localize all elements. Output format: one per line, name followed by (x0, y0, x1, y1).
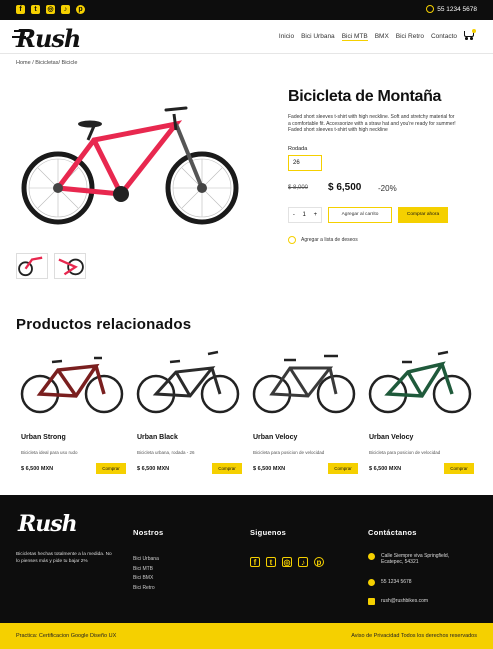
buy-button[interactable]: Comprar (212, 463, 242, 474)
related-desc: Bicicleta urbana, rodada - 26 (137, 450, 195, 455)
instagram-icon[interactable]: ◎ (282, 557, 292, 567)
related-name[interactable]: Urban Strong (21, 434, 66, 441)
footer-link-bmx[interactable]: Bici BMX (133, 574, 159, 584)
qty-value[interactable]: 1 (303, 212, 306, 218)
related-title: Productos relacionados (16, 316, 192, 333)
email-text: rush@rushbikes.com (381, 598, 429, 604)
related-desc: Bicicleta ideal para uso rudo (21, 450, 78, 455)
footer-link-retro[interactable]: Bici Retro (133, 584, 159, 594)
product-image (21, 106, 239, 225)
twitter-icon[interactable]: t (266, 557, 276, 567)
related-card[interactable]: Urban Velocy Bicicleta para posicion de … (366, 346, 474, 481)
phone-number: 55 1234 5678 (437, 5, 477, 13)
wishlist-link[interactable]: Agregar a lista de deseos (288, 236, 358, 244)
facebook-icon[interactable]: f (250, 557, 260, 567)
facebook-icon[interactable]: f (16, 5, 25, 14)
breadcrumb[interactable]: Home / Bicicletas/ Bicicle (16, 60, 77, 66)
related-desc: Bicicleta para posicion de velocidad (369, 450, 441, 455)
bottom-left-text: Practica: Certificacion Google Diseño UX (16, 633, 117, 639)
nav-item-inicio[interactable]: Inicio (279, 33, 294, 41)
related-image (20, 356, 124, 414)
bottom-right-links[interactable]: Aviso de Privacidad Todos los derechos r… (351, 633, 477, 639)
logo[interactable]: Rush (11, 24, 81, 53)
qty-minus-button[interactable]: - (293, 212, 295, 218)
related-name[interactable]: Urban Velocy (369, 434, 413, 441)
cart-badge (472, 29, 476, 33)
related-image (252, 354, 356, 414)
cart-icon[interactable] (463, 29, 476, 41)
buy-button[interactable]: Comprar (444, 463, 474, 474)
nav-item-bici-retro[interactable]: Bici Retro (396, 33, 424, 41)
pinterest-icon[interactable]: p (314, 557, 324, 567)
top-bar: f t ◎ ♪ p 55 1234 5678 (0, 0, 493, 20)
footer-logo[interactable]: Rush (18, 511, 78, 537)
buy-button[interactable]: Comprar (96, 463, 126, 474)
price-new: $ 6,500 (328, 182, 362, 193)
whatsapp-icon (426, 5, 435, 13)
twitter-icon[interactable]: t (31, 5, 40, 14)
heart-icon (288, 236, 296, 244)
price-old: $ 8,000 (288, 185, 309, 191)
nav-item-bici-mtb[interactable]: Bici MTB (341, 33, 368, 41)
related-name[interactable]: Urban Black (137, 434, 178, 441)
related-image (368, 350, 472, 414)
nav-item-bmx[interactable]: BMX (375, 33, 389, 41)
pinterest-icon[interactable]: p (76, 5, 85, 14)
product-description: Faded short sleeves t-shirt with high ne… (288, 114, 456, 133)
mail-icon (368, 598, 375, 605)
instagram-icon[interactable]: ◎ (46, 5, 55, 14)
wishlist-label: Agregar a lista de deseos (301, 237, 358, 243)
footer-email[interactable]: rush@rushbikes.com (368, 598, 428, 605)
tiktok-icon[interactable]: ♪ (61, 5, 70, 14)
related-desc: Bicicleta para posicion de velocidad (253, 450, 325, 455)
footer-address: Calle Siempre viva Springfield, Ecatepec… (368, 553, 458, 565)
related-card[interactable]: Urban Strong Bicicleta ideal para uso ru… (18, 346, 126, 481)
product-title: Bicicleta de Montaña (288, 88, 442, 105)
footer: Rush Bicicletas hechas totalmente a la m… (0, 495, 493, 623)
discount-badge: -20% (378, 184, 397, 193)
footer-contact-title: Contáctanos (368, 528, 417, 537)
add-to-cart-button[interactable]: Agregar al carrito (328, 207, 392, 223)
related-price: $ 6,500 MXN (253, 466, 286, 472)
related-price: $ 6,500 MXN (21, 466, 54, 472)
footer-links: Bici Urbana Bici MTB Bici BMX Bici Retro (133, 555, 159, 593)
tiktok-icon[interactable]: ♪ (298, 557, 308, 567)
nav-item-contacto[interactable]: Contacto (431, 33, 457, 41)
related-name[interactable]: Urban Velocy (253, 434, 297, 441)
buy-now-button[interactable]: Comprar ahora (398, 207, 448, 223)
thumbnail-1[interactable] (16, 253, 48, 279)
thumbnail-2[interactable] (54, 253, 86, 279)
related-image (136, 350, 240, 414)
whatsapp-icon (368, 579, 375, 586)
address-text: Calle Siempre viva Springfield, Ecatepec… (381, 553, 450, 565)
social-links-top: f t ◎ ♪ p (16, 5, 85, 14)
navbar: Rush Inicio Bici Urbana Bici MTB BMX Bic… (0, 20, 493, 54)
footer-blurb: Bicicletas hechas totalmente a la medida… (16, 552, 112, 564)
footer-nosotros-title: Nostros (133, 528, 164, 537)
footer-phone[interactable]: 55 1234 5678 (368, 579, 412, 586)
main-menu: Inicio Bici Urbana Bici MTB BMX Bici Ret… (279, 33, 457, 41)
related-card[interactable]: Urban Black Bicicleta urbana, rodada - 2… (134, 346, 242, 481)
size-select[interactable]: 26 (288, 155, 322, 171)
related-price: $ 6,500 MXN (137, 466, 170, 472)
buy-button[interactable]: Comprar (328, 463, 358, 474)
related-card[interactable]: Urban Velocy Bicicleta para posicion de … (250, 346, 358, 481)
location-icon (368, 553, 375, 560)
footer-siguenos-title: Siguenos (250, 528, 287, 537)
nav-item-bici-urbana[interactable]: Bici Urbana (301, 33, 335, 41)
quantity-stepper: - 1 + (288, 207, 322, 223)
footer-link-urbana[interactable]: Bici Urbana (133, 555, 159, 565)
footer-link-mtb[interactable]: Bici MTB (133, 565, 159, 575)
bottom-bar: Practica: Certificacion Google Diseño UX… (0, 623, 493, 649)
footer-social: f t ◎ ♪ p (250, 557, 324, 567)
phone-text: 55 1234 5678 (381, 579, 412, 585)
related-price: $ 6,500 MXN (369, 466, 402, 472)
size-label: Rodada (288, 146, 308, 152)
qty-plus-button[interactable]: + (314, 212, 318, 218)
thumbnail-list (16, 253, 86, 279)
phone-top[interactable]: 55 1234 5678 (426, 5, 477, 13)
